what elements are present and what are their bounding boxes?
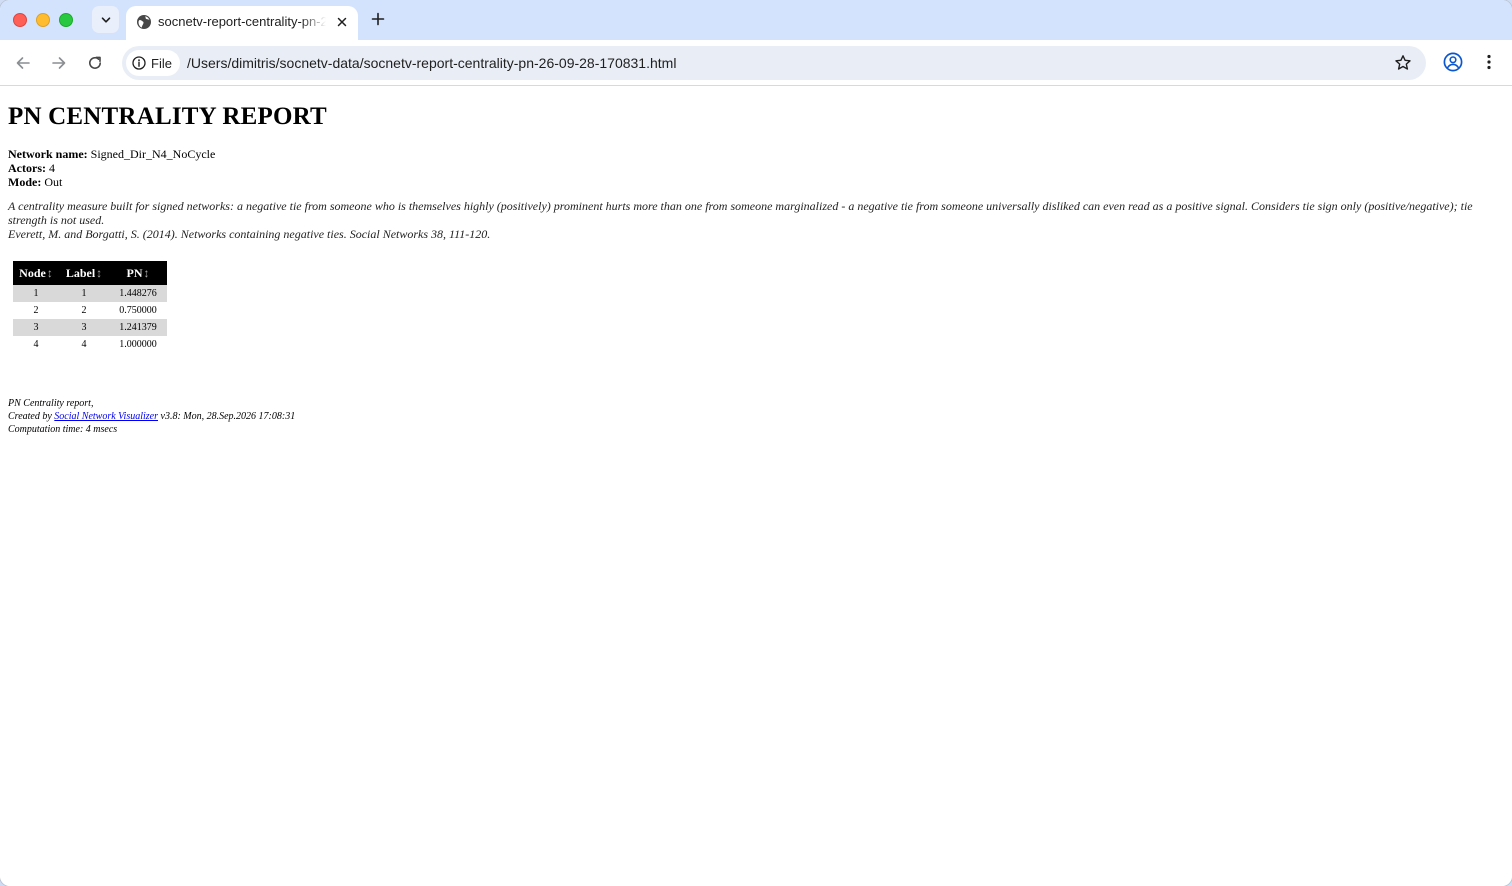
- page-content: PN CENTRALITY REPORT Network name: Signe…: [0, 87, 1512, 886]
- tab-strip: socnetv-report-centrality-pn-26-09-28-17…: [0, 0, 1512, 40]
- page-title: PN CENTRALITY REPORT: [8, 103, 327, 130]
- sort-icon: ↕: [46, 265, 53, 280]
- measure-reference: Everett, M. and Borgatti, S. (2014). Net…: [8, 227, 491, 241]
- footer-created-by: Created by Social Network Visualizer v3.…: [8, 410, 295, 423]
- tab-search-button[interactable]: [92, 6, 119, 33]
- report-footer: PN Centrality report, Created by Social …: [8, 397, 295, 436]
- forward-button[interactable]: [47, 51, 71, 75]
- more-vertical-icon: [1487, 54, 1491, 70]
- reload-icon: [89, 56, 101, 69]
- back-button[interactable]: [11, 51, 35, 75]
- results-table: Node↕ Label↕ PN↕ 1 1 1.448276 2 2 0.7500…: [13, 261, 167, 353]
- meta-actors: Actors: 4: [8, 161, 215, 175]
- site-info-chip[interactable]: File: [126, 50, 180, 76]
- cell-label: 3: [59, 319, 109, 336]
- column-header-node[interactable]: Node↕: [13, 261, 59, 285]
- profile-avatar-icon[interactable]: [1442, 51, 1464, 73]
- arrow-left-icon: [16, 57, 30, 69]
- tab-close-button[interactable]: [334, 14, 350, 30]
- meta-mode: Mode: Out: [8, 175, 215, 189]
- footer-created-suffix: v3.8: Mon, 28.Sep.2026 17:08:31: [158, 411, 296, 422]
- window-maximize-button[interactable]: [59, 13, 73, 27]
- url-text[interactable]: /Users/dimitris/socnetv-data/socnetv-rep…: [187, 54, 676, 72]
- cell-node: 3: [13, 319, 59, 336]
- table-row: 2 2 0.750000: [13, 302, 167, 319]
- footer-created-prefix: Created by: [8, 411, 55, 422]
- cell-pn: 1.448276: [109, 285, 167, 302]
- cell-node: 2: [13, 302, 59, 319]
- cell-pn: 1.241379: [109, 319, 167, 336]
- cell-pn: 0.750000: [109, 302, 167, 319]
- footer-computation-time: Computation time: 4 msecs: [8, 424, 118, 435]
- table-header-row: Node↕ Label↕ PN↕: [13, 261, 167, 285]
- table-row: 4 4 1.000000: [13, 336, 167, 353]
- network-meta: Network name: Signed_Dir_N4_NoCycle Acto…: [8, 147, 215, 189]
- table-row: 1 1 1.448276: [13, 285, 167, 302]
- table-row: 3 3 1.241379: [13, 319, 167, 336]
- info-icon: [132, 56, 146, 70]
- browser-toolbar: File /Users/dimitris/socnetv-data/socnet…: [0, 40, 1512, 86]
- close-icon: [337, 17, 347, 27]
- chevron-down-icon: [101, 16, 110, 23]
- column-header-label: PN: [126, 265, 143, 280]
- bookmark-star-icon[interactable]: [1394, 54, 1412, 72]
- socnetv-link[interactable]: Social Network Visualizer: [54, 411, 158, 422]
- cell-node: 4: [13, 336, 59, 353]
- new-tab-button[interactable]: [368, 9, 388, 29]
- tab-title: socnetv-report-centrality-pn-26-09-28-17…: [158, 14, 326, 29]
- window-minimize-button[interactable]: [36, 13, 50, 27]
- sort-icon: ↕: [143, 265, 150, 280]
- meta-value: 4: [48, 161, 55, 175]
- browser-window: socnetv-report-centrality-pn-26-09-28-17…: [0, 0, 1512, 886]
- cell-label: 1: [59, 285, 109, 302]
- plus-icon: [371, 12, 385, 26]
- meta-label: Mode:: [8, 175, 42, 189]
- meta-label: Network name:: [8, 147, 88, 161]
- measure-description: A centrality measure built for signed ne…: [8, 199, 1473, 227]
- meta-value: Out: [44, 175, 63, 189]
- reload-button[interactable]: [83, 51, 107, 75]
- globe-icon: [137, 15, 151, 29]
- column-header-label: Label: [65, 265, 96, 280]
- meta-label: Actors:: [8, 161, 46, 175]
- meta-value: Signed_Dir_N4_NoCycle: [90, 147, 216, 161]
- address-bar[interactable]: File /Users/dimitris/socnetv-data/socnet…: [122, 46, 1426, 80]
- browser-menu-button[interactable]: [1480, 51, 1498, 73]
- window-close-button[interactable]: [13, 13, 27, 27]
- column-header-label: Node: [19, 265, 46, 280]
- cell-pn: 1.000000: [109, 336, 167, 353]
- cell-label: 2: [59, 302, 109, 319]
- arrow-right-icon: [52, 57, 66, 69]
- site-info-label: File: [151, 55, 172, 71]
- cell-label: 4: [59, 336, 109, 353]
- column-header-label-col[interactable]: Label↕: [59, 261, 109, 285]
- meta-network-name: Network name: Signed_Dir_N4_NoCycle: [8, 147, 215, 161]
- column-header-pn[interactable]: PN↕: [109, 261, 167, 285]
- footer-report-name: PN Centrality report,: [8, 398, 94, 409]
- cell-node: 1: [13, 285, 59, 302]
- sort-icon: ↕: [96, 265, 103, 280]
- tab-active[interactable]: socnetv-report-centrality-pn-26-09-28-17…: [126, 6, 358, 40]
